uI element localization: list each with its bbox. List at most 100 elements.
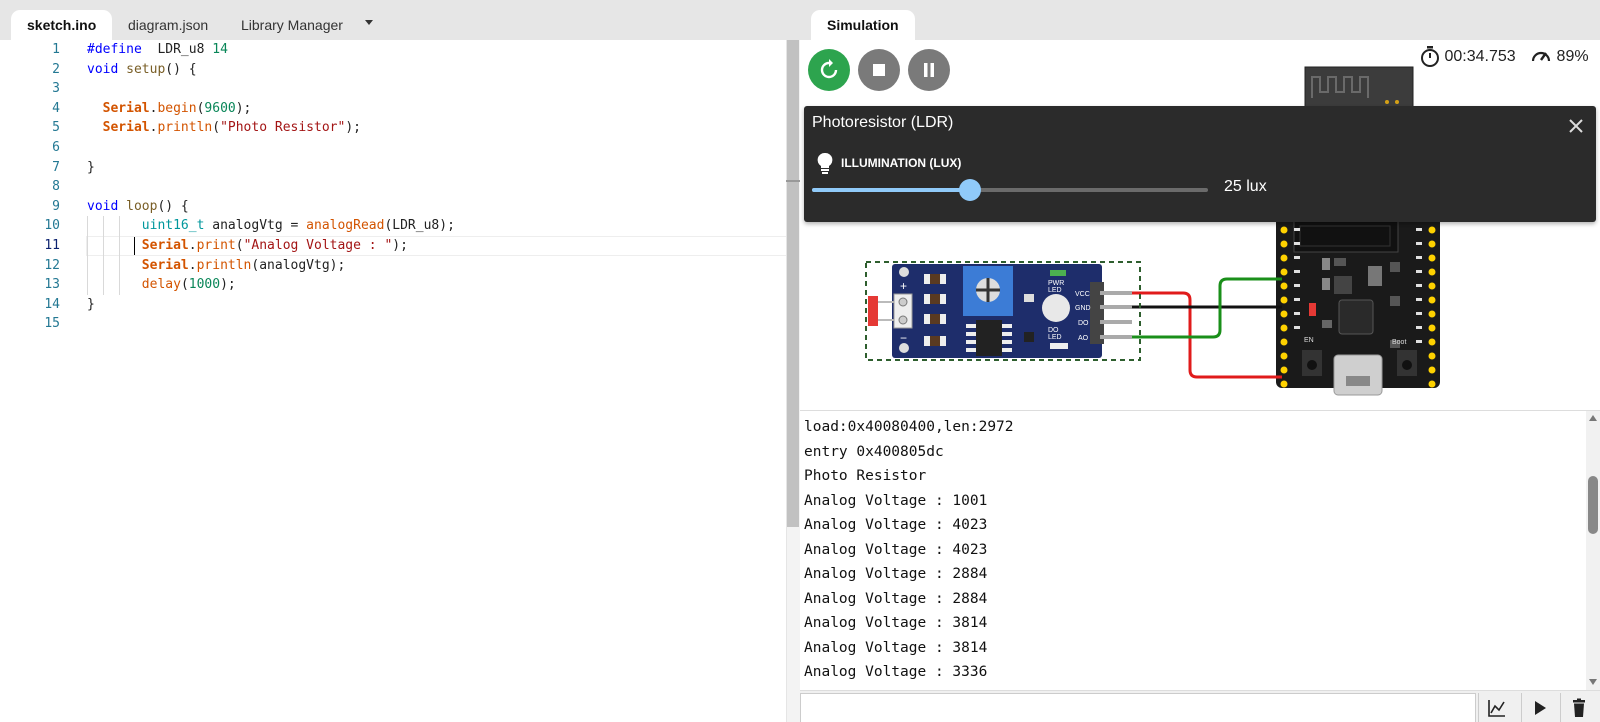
do-led-label: LED	[1048, 334, 1062, 341]
code-line[interactable]: 15	[0, 314, 786, 334]
stop-icon	[873, 64, 885, 76]
pin-gnd-label: GND	[1075, 305, 1091, 312]
line-number: 5	[52, 120, 60, 136]
serial-input[interactable]	[800, 693, 1476, 722]
serial-line: Analog Voltage : 3814	[804, 615, 988, 631]
code-line[interactable]: 10 uint16_t analogVtg = analogRead(LDR_u…	[0, 216, 786, 237]
code-line[interactable]: 12 Serial.println(analogVtg);	[0, 255, 786, 276]
code-line[interactable]: 1 #define LDR_u8 14	[0, 40, 786, 60]
serial-line: Analog Voltage : 4023	[804, 541, 988, 558]
code-line[interactable]: 3	[0, 79, 786, 99]
play-icon	[1535, 701, 1546, 715]
timer-value: 00:34.753	[1444, 48, 1516, 65]
ldr-sensor	[868, 296, 878, 326]
code-line[interactable]: 7}	[0, 158, 786, 178]
line-number: 1	[52, 42, 60, 57]
code-text: delay(1000);	[141, 277, 236, 293]
code-text: void setup() {	[87, 61, 197, 77]
editor-tab-bar: sketch.ino diagram.json Library Manager	[0, 0, 800, 40]
line-number: 9	[52, 198, 60, 214]
serial-line: Analog Voltage : 1001	[804, 492, 988, 509]
app-root: sketch.ino diagram.json Library Manager …	[0, 0, 1600, 722]
code-editor[interactable]: 1 #define LDR_u8 14 2 void setup() {3 4 Seri…	[0, 40, 800, 722]
code-text: Serial.println("Photo Resistor");	[102, 120, 361, 136]
line-number: 4	[52, 100, 60, 116]
send-button[interactable]	[1521, 693, 1557, 722]
pin-vcc-label: VCC	[1075, 291, 1090, 298]
code-line[interactable]: 2 void setup() {	[0, 60, 786, 80]
tab-diagram-json[interactable]: diagram.json	[112, 10, 224, 40]
line-number: 11	[44, 238, 60, 253]
code-line[interactable]: 9 void loop() {	[0, 197, 786, 217]
line-number: 15	[44, 316, 60, 332]
stop-button[interactable]	[858, 49, 900, 91]
plotter-button[interactable]	[1478, 693, 1514, 722]
tab-sketch-ino[interactable]: sketch.ino	[11, 10, 113, 40]
slider-thumb[interactable]	[959, 179, 982, 201]
esp32-board[interactable]: EN Boot	[1276, 216, 1440, 396]
code-text: Serial.println(analogVtg);	[141, 257, 346, 273]
code-text: #define LDR_u8 14	[87, 42, 228, 57]
popup-title: Photoresistor (LDR)	[812, 114, 954, 131]
line-number: 7	[52, 159, 60, 175]
pause-button[interactable]	[908, 49, 950, 91]
line-number: 12	[44, 257, 60, 273]
code-text: Serial.begin(9600);	[102, 100, 252, 116]
scroll-up-icon[interactable]	[1589, 415, 1597, 421]
illumination-slider[interactable]	[812, 179, 1208, 201]
code-line[interactable]: 4 Serial.begin(9600);	[0, 99, 786, 119]
chevron-down-icon[interactable]	[362, 12, 376, 32]
pwr-label: PWR	[1048, 280, 1064, 287]
sim-status: 00:34.753 89%	[1420, 45, 1589, 69]
code-text: }	[87, 159, 95, 175]
code-line[interactable]: 8	[0, 177, 786, 197]
boot-label: Boot	[1392, 339, 1406, 346]
chart-icon	[1488, 700, 1505, 717]
lightbulb-icon	[817, 152, 833, 174]
code-line[interactable]: 6	[0, 138, 786, 158]
tab-library-manager[interactable]: Library Manager	[225, 10, 359, 40]
serial-line: entry 0x400805dc	[804, 443, 944, 460]
restart-icon	[820, 59, 838, 79]
simulation-pane: Simulation EN Boot VCC GND DO AO + − PWR…	[800, 0, 1600, 722]
code-text: Serial.print("Analog Voltage : ");	[141, 238, 408, 253]
serial-line: Analog Voltage : 3814	[804, 639, 988, 656]
line-number: 8	[52, 179, 60, 195]
pause-icon	[924, 63, 934, 77]
tab-simulation[interactable]: Simulation	[811, 10, 915, 40]
code-text: }	[87, 296, 95, 312]
serial-line: Photo Resistor	[804, 468, 927, 484]
trash-icon	[1573, 698, 1585, 717]
speedometer-icon	[1531, 51, 1551, 62]
ldr-module[interactable]: VCC GND DO AO + − PWR LED DO LED	[865, 261, 1141, 361]
scroll-down-icon[interactable]	[1589, 679, 1597, 685]
close-icon[interactable]	[1566, 116, 1586, 136]
line-number: 6	[52, 140, 60, 155]
en-label: EN	[1304, 337, 1314, 344]
stopwatch-icon	[1421, 46, 1439, 67]
simulation-canvas[interactable]: EN Boot VCC GND DO AO + − PWR LED DO LED…	[800, 40, 1600, 410]
slider-fill	[812, 188, 971, 192]
restart-button[interactable]	[808, 49, 850, 91]
editor-pane: sketch.ino diagram.json Library Manager …	[0, 0, 800, 722]
line-number: 10	[44, 218, 60, 234]
serial-input-bar	[800, 690, 1600, 722]
code-line[interactable]: 14}	[0, 295, 786, 315]
clear-button[interactable]	[1560, 693, 1596, 722]
minus-label: −	[900, 331, 907, 345]
code-line[interactable]: 5 Serial.println("Photo Resistor");	[0, 118, 786, 138]
editor-scrollbar-thumb[interactable]	[787, 40, 799, 527]
serial-line: Analog Voltage : 3336	[804, 664, 988, 680]
code-line[interactable]: 13 delay(1000);	[0, 275, 786, 296]
pin-ao-label: AO	[1078, 335, 1089, 342]
esp32-antenna-module	[1304, 66, 1414, 108]
serial-scrollbar-thumb[interactable]	[1588, 476, 1598, 534]
overview-ruler-marker	[786, 180, 800, 182]
line-number: 3	[52, 81, 60, 97]
do-label: DO	[1048, 327, 1059, 334]
serial-scrollbar[interactable]	[1586, 411, 1600, 690]
serial-line: Analog Voltage : 2884	[804, 566, 988, 582]
code-line[interactable]: 11 Serial.print("Analog Voltage : ");	[0, 236, 800, 256]
serial-line: Analog Voltage : 2884	[804, 590, 988, 607]
speed-value: 89%	[1556, 48, 1589, 65]
